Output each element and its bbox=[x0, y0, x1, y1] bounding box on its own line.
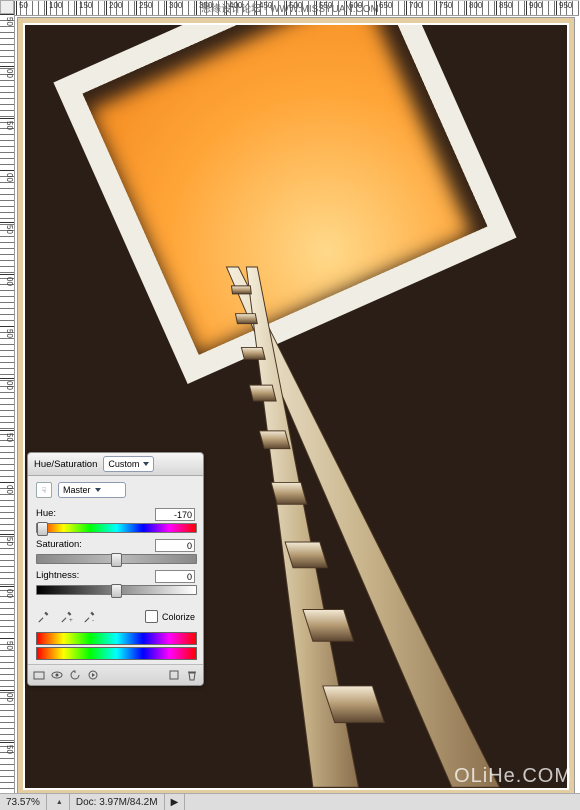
status-menu[interactable]: ▶ bbox=[165, 794, 186, 810]
panel-footer bbox=[28, 664, 203, 685]
eyedropper-subtract-icon[interactable]: - bbox=[82, 609, 97, 624]
hue-saturation-panel[interactable]: Hue/Saturation Custom ☟ Master Hue: Satu… bbox=[27, 452, 204, 686]
visibility-icon[interactable] bbox=[50, 668, 64, 682]
colorize-checkbox[interactable]: Colorize bbox=[145, 610, 195, 623]
preset-dropdown[interactable]: Custom bbox=[103, 456, 154, 472]
hue-label: Hue: bbox=[36, 508, 56, 519]
hue-spectrum-bottom bbox=[36, 647, 197, 660]
svg-text:+: + bbox=[69, 617, 73, 623]
hue-spectrum-top bbox=[36, 632, 197, 645]
doc-size[interactable]: Doc: 3.97M/84.2M bbox=[70, 794, 165, 810]
ceiling-opening bbox=[53, 23, 516, 384]
status-bar: 73.57% ▲ Doc: 3.97M/84.2M ▶ bbox=[0, 793, 580, 810]
saturation-slider[interactable] bbox=[36, 554, 195, 564]
svg-text:-: - bbox=[92, 617, 94, 623]
panel-title-text: Hue/Saturation bbox=[34, 459, 97, 470]
ruler-horizontal[interactable]: 5010015020025030035040045050055060065070… bbox=[14, 0, 579, 16]
layer-icon[interactable] bbox=[32, 668, 46, 682]
saturation-input[interactable] bbox=[155, 539, 195, 552]
eyedropper-add-icon[interactable]: + bbox=[59, 609, 74, 624]
saturation-label: Saturation: bbox=[36, 539, 82, 550]
previous-icon[interactable] bbox=[86, 668, 100, 682]
channel-dropdown[interactable]: Master bbox=[58, 482, 126, 498]
lightness-slider[interactable] bbox=[36, 585, 195, 595]
panel-titlebar[interactable]: Hue/Saturation Custom bbox=[28, 453, 203, 476]
zoom-level[interactable]: 73.57% bbox=[0, 794, 47, 810]
clip-icon[interactable] bbox=[167, 668, 181, 682]
hue-input[interactable] bbox=[155, 508, 195, 521]
targeted-adjustment-icon[interactable]: ☟ bbox=[36, 482, 52, 498]
zoom-stepper[interactable]: ▲ bbox=[47, 794, 70, 810]
ruler-vertical[interactable]: 500050005000500050005000500050 bbox=[0, 14, 15, 794]
trash-icon[interactable] bbox=[185, 668, 199, 682]
watermark: OLiHe.COM bbox=[454, 765, 572, 788]
hue-slider[interactable] bbox=[36, 523, 195, 533]
lightness-input[interactable] bbox=[155, 570, 195, 583]
panel-body: ☟ Master Hue: Saturation: Lightness: bbox=[28, 476, 203, 664]
reset-icon[interactable] bbox=[68, 668, 82, 682]
eyedropper-icon[interactable] bbox=[36, 609, 51, 624]
ruler-origin[interactable] bbox=[0, 0, 14, 14]
app-window: 思缘设计论坛 - WWW.MISSYUAN.COM 50100150200250… bbox=[0, 0, 580, 810]
lightness-label: Lightness: bbox=[36, 570, 79, 581]
